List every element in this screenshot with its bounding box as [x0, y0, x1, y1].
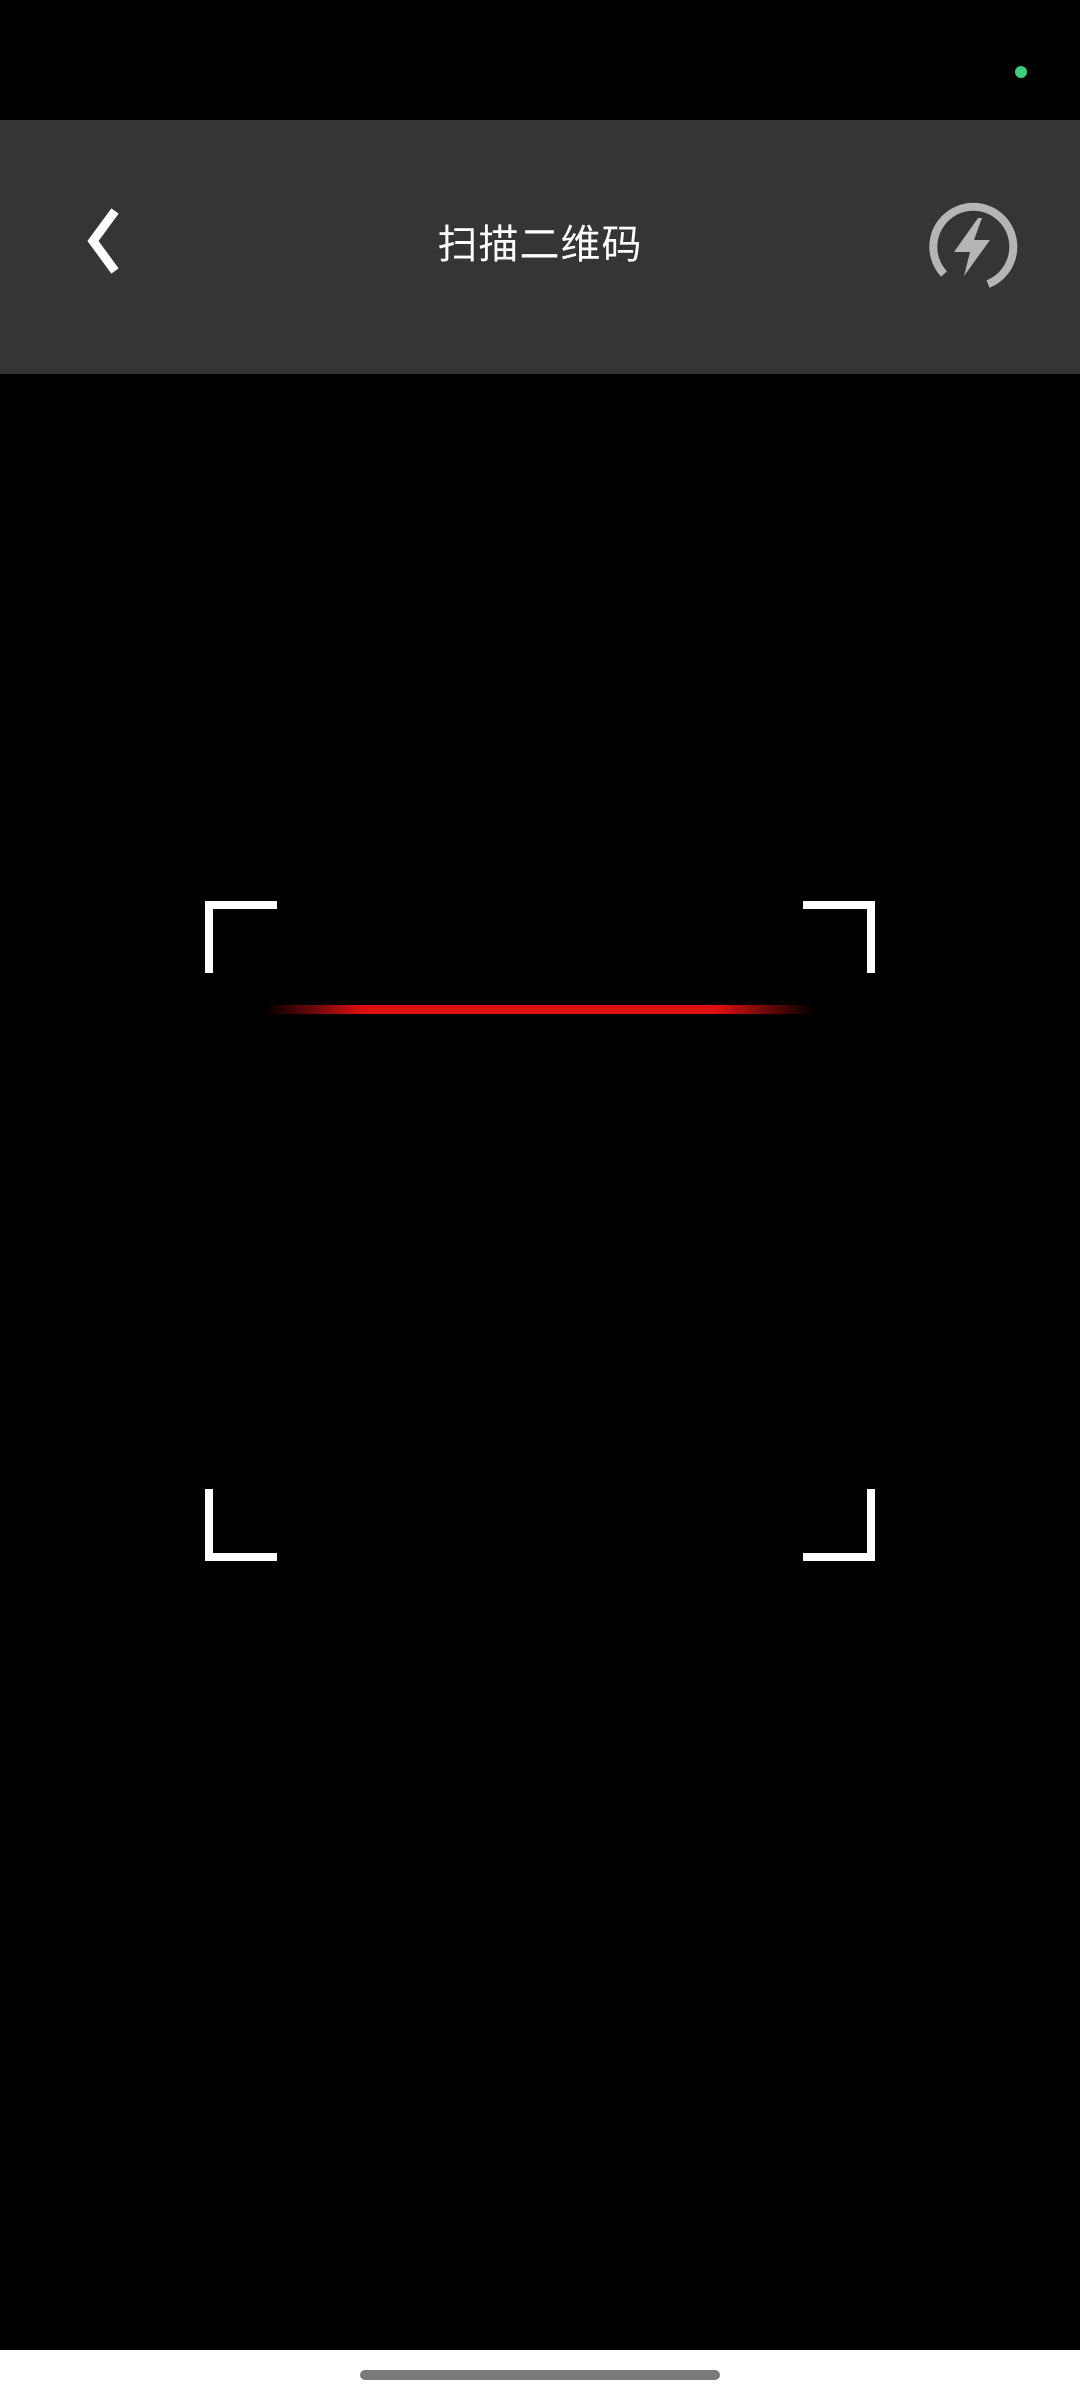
app-bar: 扫描二维码 — [0, 120, 1080, 374]
scan-frame-corner-bottom-left — [205, 1489, 277, 1561]
scan-frame-corner-top-left — [205, 901, 277, 973]
flash-toggle-button[interactable] — [922, 196, 1022, 296]
scan-line — [265, 1005, 815, 1014]
scan-frame-corner-bottom-right — [803, 1489, 875, 1561]
flash-toggle-icon — [929, 202, 1018, 288]
home-indicator[interactable] — [360, 2370, 720, 2380]
scan-frame — [205, 901, 875, 1561]
page-title: 扫描二维码 — [437, 222, 643, 268]
navigation-bar — [0, 2350, 1080, 2400]
scan-frame-corner-top-right — [803, 901, 875, 973]
status-bar — [0, 0, 1080, 120]
privacy-indicator-dot — [1015, 66, 1027, 78]
